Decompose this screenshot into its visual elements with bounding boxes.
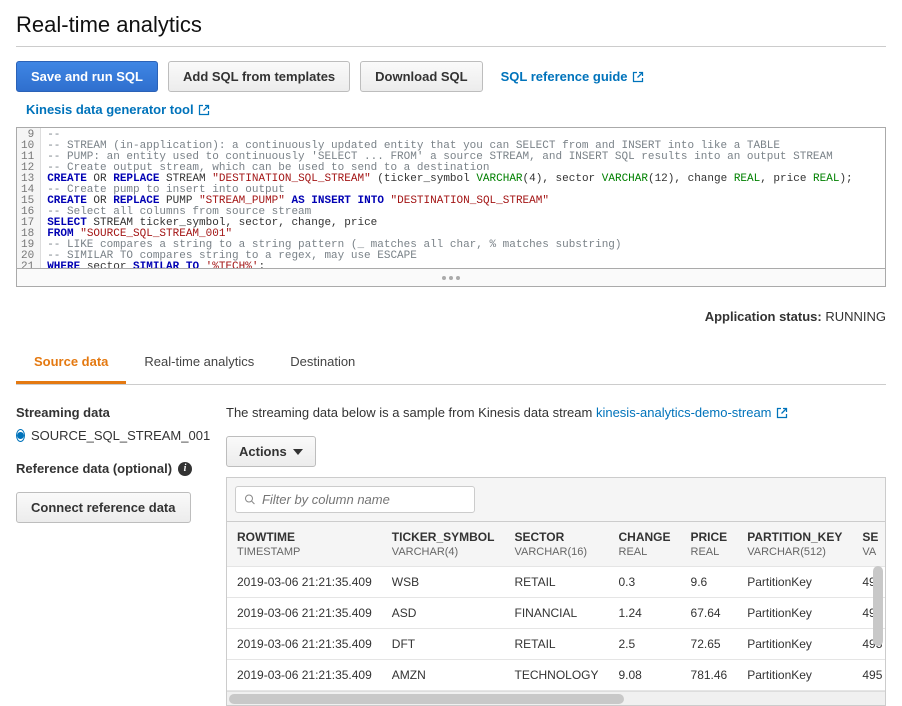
table-cell: 2019-03-06 21:21:35.409 <box>227 660 382 691</box>
table-cell: RETAIL <box>504 567 608 598</box>
left-pane: Streaming data SOURCE_SQL_STREAM_001 Ref… <box>16 405 206 706</box>
tab-source-data[interactable]: Source data <box>16 342 126 384</box>
table-toolbar <box>226 477 886 521</box>
external-link-icon <box>776 407 788 419</box>
column-header[interactable]: TICKER_SYMBOLVARCHAR(4) <box>382 522 505 567</box>
link-label: kinesis-analytics-demo-stream <box>596 405 772 420</box>
external-link-icon <box>632 71 644 83</box>
column-header[interactable]: CHANGEREAL <box>609 522 681 567</box>
sql-reference-guide-link[interactable]: SQL reference guide <box>501 69 644 84</box>
table-cell: 9.08 <box>609 660 681 691</box>
resize-handle[interactable] <box>16 269 886 287</box>
column-header[interactable]: SECTORVARCHAR(16) <box>504 522 608 567</box>
table-cell: PartitionKey <box>737 598 852 629</box>
table-cell: ASD <box>382 598 505 629</box>
table-row[interactable]: 2019-03-06 21:21:35.409AMZNTECHNOLOGY9.0… <box>227 660 885 691</box>
download-sql-button[interactable]: Download SQL <box>360 61 482 92</box>
vertical-scrollbar[interactable] <box>873 566 883 646</box>
table-cell: PartitionKey <box>737 567 852 598</box>
table-cell: 2019-03-06 21:21:35.409 <box>227 629 382 660</box>
filter-input-wrapper[interactable] <box>235 486 475 513</box>
table-cell: 1.24 <box>609 598 681 629</box>
horizontal-scrollbar[interactable] <box>227 691 885 705</box>
column-header[interactable]: SEVA <box>852 522 885 567</box>
table-cell: 0.3 <box>609 567 681 598</box>
tabs: Source dataReal-time analyticsDestinatio… <box>16 342 886 385</box>
table-cell: TECHNOLOGY <box>504 660 608 691</box>
column-header[interactable]: PRICEREAL <box>681 522 738 567</box>
external-link-icon <box>198 104 210 116</box>
table-cell: 2019-03-06 21:21:35.409 <box>227 598 382 629</box>
table-cell: 781.46 <box>681 660 738 691</box>
actions-label: Actions <box>239 444 287 459</box>
sql-editor[interactable]: 9101112131415161718192021 ---- STREAM (i… <box>16 127 886 269</box>
table-cell: 2019-03-06 21:21:35.409 <box>227 567 382 598</box>
table-row[interactable]: 2019-03-06 21:21:35.409WSBRETAIL0.39.6Pa… <box>227 567 885 598</box>
link-label: SQL reference guide <box>501 69 628 84</box>
table-cell: 72.65 <box>681 629 738 660</box>
data-table: ROWTIMETIMESTAMPTICKER_SYMBOLVARCHAR(4)S… <box>227 522 885 691</box>
editor-gutter: 9101112131415161718192021 <box>17 128 41 268</box>
table-cell: RETAIL <box>504 629 608 660</box>
desc-text: The streaming data below is a sample fro… <box>226 405 596 420</box>
kinesis-data-generator-link[interactable]: Kinesis data generator tool <box>26 102 210 117</box>
table-cell: 495 <box>852 660 885 691</box>
status-value: RUNNING <box>825 309 886 324</box>
table-cell: PartitionKey <box>737 660 852 691</box>
add-sql-templates-button[interactable]: Add SQL from templates <box>168 61 350 92</box>
chevron-down-icon <box>293 449 303 455</box>
application-status: Application status: RUNNING <box>16 309 886 324</box>
info-icon[interactable]: i <box>178 462 192 476</box>
table-cell: DFT <box>382 629 505 660</box>
connect-reference-data-button[interactable]: Connect reference data <box>16 492 191 523</box>
divider <box>16 46 886 47</box>
toolbar: Save and run SQL Add SQL from templates … <box>16 61 886 92</box>
search-icon <box>244 493 256 506</box>
filter-input[interactable] <box>262 492 466 507</box>
reference-data-title: Reference data (optional) i <box>16 461 206 476</box>
link-label: Kinesis data generator tool <box>26 102 194 117</box>
reference-data-label: Reference data (optional) <box>16 461 172 476</box>
table-row[interactable]: 2019-03-06 21:21:35.409ASDFINANCIAL1.246… <box>227 598 885 629</box>
table-cell: WSB <box>382 567 505 598</box>
table-cell: 2.5 <box>609 629 681 660</box>
stream-description: The streaming data below is a sample fro… <box>226 405 886 420</box>
data-table-wrapper: ROWTIMETIMESTAMPTICKER_SYMBOLVARCHAR(4)S… <box>226 521 886 706</box>
table-cell: 67.64 <box>681 598 738 629</box>
radio-selected-icon[interactable] <box>16 429 25 442</box>
actions-dropdown[interactable]: Actions <box>226 436 316 467</box>
stream-name-label: SOURCE_SQL_STREAM_001 <box>31 428 210 443</box>
tab-real-time-analytics[interactable]: Real-time analytics <box>126 342 272 384</box>
table-cell: PartitionKey <box>737 629 852 660</box>
editor-code[interactable]: ---- STREAM (in-application): a continuo… <box>41 128 858 268</box>
table-cell: AMZN <box>382 660 505 691</box>
table-cell: FINANCIAL <box>504 598 608 629</box>
column-header[interactable]: PARTITION_KEYVARCHAR(512) <box>737 522 852 567</box>
streaming-data-title: Streaming data <box>16 405 206 420</box>
column-header[interactable]: ROWTIMETIMESTAMP <box>227 522 382 567</box>
table-row[interactable]: 2019-03-06 21:21:35.409DFTRETAIL2.572.65… <box>227 629 885 660</box>
tab-destination[interactable]: Destination <box>272 342 373 384</box>
status-label: Application status: <box>705 309 822 324</box>
table-cell: 9.6 <box>681 567 738 598</box>
right-pane: The streaming data below is a sample fro… <box>226 405 886 706</box>
page-title: Real-time analytics <box>16 12 886 38</box>
stream-radio-row[interactable]: SOURCE_SQL_STREAM_001 <box>16 428 206 443</box>
demo-stream-link[interactable]: kinesis-analytics-demo-stream <box>596 405 788 420</box>
save-run-sql-button[interactable]: Save and run SQL <box>16 61 158 92</box>
